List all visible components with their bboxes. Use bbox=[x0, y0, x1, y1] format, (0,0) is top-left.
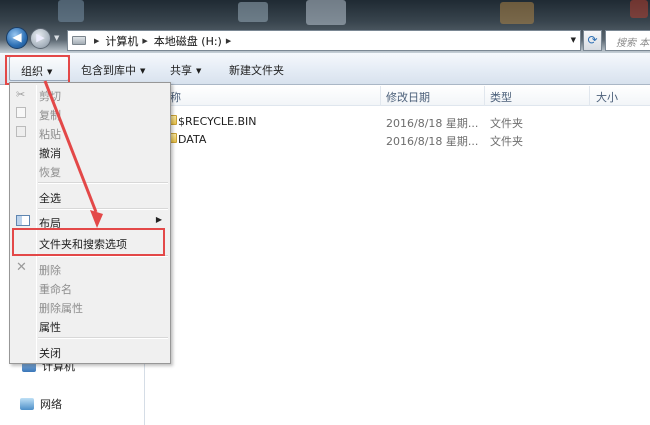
network-icon bbox=[20, 398, 34, 410]
column-header-size[interactable]: 大小 bbox=[596, 89, 618, 105]
menu-item-remove-properties[interactable]: 删除属性 bbox=[12, 297, 168, 316]
menu-item-label: 剪切 bbox=[39, 90, 61, 103]
desktop-background-shape bbox=[500, 2, 534, 24]
table-row[interactable]: $RECYCLE.BIN 2016/8/18 星期... 文件夹 bbox=[146, 113, 650, 131]
menu-item-paste[interactable]: 粘贴 bbox=[12, 123, 168, 142]
column-divider[interactable] bbox=[589, 86, 590, 106]
column-header-name[interactable]: 称 bbox=[170, 89, 181, 105]
share-label: 共享 bbox=[170, 64, 192, 77]
menu-item-close[interactable]: 关闭 bbox=[12, 342, 168, 361]
nav-item-network[interactable]: 网络 bbox=[20, 396, 62, 412]
menu-item-label: 关闭 bbox=[39, 347, 61, 360]
arrow-left-icon: ◀ bbox=[12, 30, 22, 44]
menu-separator bbox=[38, 208, 168, 210]
refresh-button[interactable]: ⟳ bbox=[583, 30, 602, 51]
desktop-background-shape bbox=[306, 0, 346, 25]
desktop-background-shape bbox=[58, 0, 84, 22]
column-headers: 称 修改日期 类型 大小 bbox=[146, 86, 650, 106]
chevron-down-icon: ▼ bbox=[196, 67, 202, 75]
file-name: $RECYCLE.BIN bbox=[178, 115, 257, 128]
refresh-icon: ⟳ bbox=[587, 33, 598, 47]
menu-item-redo[interactable]: 恢复 bbox=[12, 161, 168, 180]
file-modified: 2016/8/18 星期... bbox=[386, 117, 479, 130]
recent-pages-dropdown-icon[interactable]: ▼ bbox=[54, 34, 59, 42]
file-name: DATA bbox=[178, 133, 207, 146]
nav-item-label: 网络 bbox=[40, 398, 62, 411]
new-folder-label: 新建文件夹 bbox=[229, 64, 284, 77]
menu-item-label: 删除属性 bbox=[39, 302, 83, 315]
menu-item-cut[interactable]: ✂ 剪切 bbox=[12, 85, 168, 104]
desktop-background-shape bbox=[630, 0, 648, 18]
copy-icon bbox=[16, 107, 26, 118]
organize-menu: ✂ 剪切 复制 粘贴 撤消 恢复 全选 布局 ▶ 文件夹和搜索选项 ✕ 删除 重… bbox=[9, 82, 171, 364]
include-in-library-button[interactable]: 包含到库中 ▼ bbox=[81, 62, 145, 78]
paste-icon bbox=[16, 126, 26, 137]
menu-item-delete[interactable]: ✕ 删除 bbox=[12, 259, 168, 278]
file-modified: 2016/8/18 星期... bbox=[386, 135, 479, 148]
chevron-down-icon[interactable]: ▼ bbox=[571, 36, 576, 44]
menu-item-label: 复制 bbox=[39, 109, 61, 122]
scissors-icon: ✂ bbox=[16, 88, 26, 101]
title-bar: ◀ ▶ ▼ ▶ 计算机 ▶ 本地磁盘 (H:) ▶ ▼ ⟳ 搜索 本地 bbox=[0, 0, 650, 53]
organize-highlight-box bbox=[5, 55, 70, 85]
menu-item-rename[interactable]: 重命名 bbox=[12, 278, 168, 297]
chevron-right-icon[interactable]: ▶ bbox=[94, 37, 99, 45]
menu-item-label: 撤消 bbox=[39, 147, 61, 160]
column-header-type[interactable]: 类型 bbox=[490, 89, 512, 105]
file-type: 文件夹 bbox=[490, 135, 523, 148]
column-divider[interactable] bbox=[380, 86, 381, 106]
menu-separator bbox=[38, 337, 168, 339]
menu-item-undo[interactable]: 撤消 bbox=[12, 142, 168, 161]
menu-item-label: 删除 bbox=[39, 264, 61, 277]
forward-button[interactable]: ▶ bbox=[30, 28, 51, 49]
column-divider[interactable] bbox=[484, 86, 485, 106]
menu-item-label: 全选 bbox=[39, 192, 61, 205]
back-button[interactable]: ◀ bbox=[6, 27, 28, 49]
file-list: 称 修改日期 类型 大小 $RECYCLE.BIN 2016/8/18 星期..… bbox=[146, 86, 650, 425]
menu-item-label: 重命名 bbox=[39, 283, 72, 296]
menu-item-select-all[interactable]: 全选 bbox=[12, 187, 168, 206]
menu-item-label: 粘贴 bbox=[39, 128, 61, 141]
menu-separator bbox=[38, 182, 168, 184]
share-button[interactable]: 共享 ▼ bbox=[170, 62, 201, 78]
delete-x-icon: ✕ bbox=[16, 260, 27, 275]
include-in-library-label: 包含到库中 bbox=[81, 64, 136, 77]
layout-icon bbox=[16, 215, 30, 226]
chevron-right-icon[interactable]: ▶ bbox=[226, 37, 231, 45]
command-bar: 组织 ▼ 包含到库中 ▼ 共享 ▼ 新建文件夹 bbox=[0, 53, 650, 85]
new-folder-button[interactable]: 新建文件夹 bbox=[229, 62, 284, 78]
chevron-right-icon[interactable]: ▶ bbox=[142, 37, 147, 45]
file-type: 文件夹 bbox=[490, 117, 523, 130]
table-row[interactable]: DATA 2016/8/18 星期... 文件夹 bbox=[146, 131, 650, 149]
submenu-arrow-icon: ▶ bbox=[155, 215, 162, 224]
folder-options-highlight-box bbox=[12, 228, 165, 256]
menu-item-label: 恢复 bbox=[39, 166, 61, 179]
breadcrumb-drive[interactable]: 本地磁盘 (H:) bbox=[154, 33, 222, 49]
breadcrumb-computer[interactable]: 计算机 bbox=[105, 33, 138, 49]
address-bar[interactable]: ▶ 计算机 ▶ 本地磁盘 (H:) ▶ ▼ bbox=[67, 30, 581, 51]
desktop-background-shape bbox=[238, 2, 268, 22]
menu-item-label: 属性 bbox=[39, 321, 61, 334]
menu-item-copy[interactable]: 复制 bbox=[12, 104, 168, 123]
drive-icon bbox=[72, 36, 86, 45]
arrow-right-icon: ▶ bbox=[36, 31, 45, 44]
search-input[interactable]: 搜索 本地 bbox=[605, 30, 650, 51]
chevron-down-icon: ▼ bbox=[140, 67, 146, 75]
column-header-modified[interactable]: 修改日期 bbox=[386, 89, 430, 105]
menu-item-properties[interactable]: 属性 bbox=[12, 316, 168, 335]
